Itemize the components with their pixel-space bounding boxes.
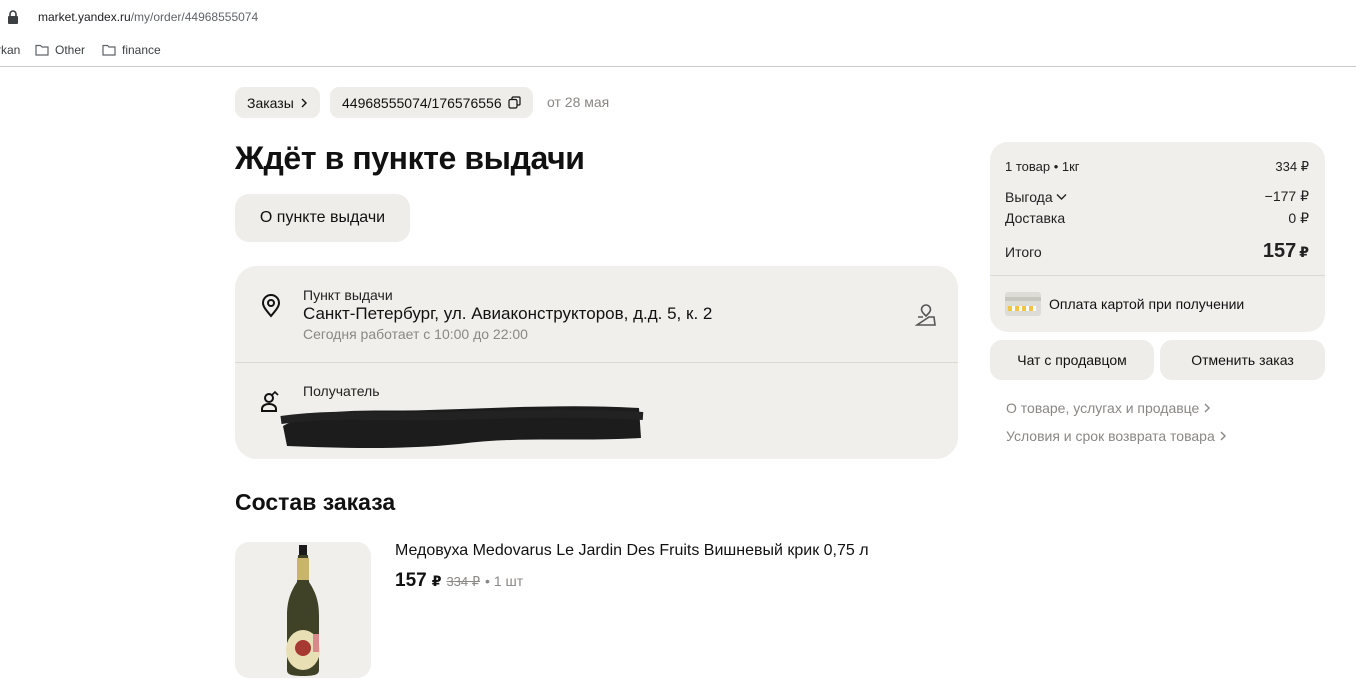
product-image[interactable]	[235, 542, 371, 678]
order-summary-panel: 1 товар • 1кг 334 ₽ Выгода −177 ₽ Достав…	[990, 142, 1325, 332]
summary-benefit-row[interactable]: Выгода −177 ₽	[1005, 188, 1309, 205]
folder-icon	[102, 44, 116, 56]
copy-icon	[508, 96, 521, 109]
payment-method: Оплата картой при получении	[1005, 292, 1244, 316]
cancel-order-button[interactable]: Отменить заказ	[1160, 340, 1325, 380]
location-pin-icon	[261, 294, 281, 318]
address-bar[interactable]: market.yandex.ru/my/order/44968555074	[0, 0, 1356, 36]
card-divider	[235, 362, 958, 363]
summary-total-row: Итого 157 ₽	[1005, 240, 1309, 262]
pickup-address: Санкт-Петербург, ул. Авиаконструкторов, …	[303, 304, 713, 323]
about-product-link[interactable]: О товаре, услугах и продавце	[1006, 400, 1211, 416]
total-value: 157	[1262, 240, 1297, 262]
chevron-right-icon	[1220, 431, 1226, 441]
product-quantity: • 1 шт	[485, 573, 524, 589]
return-terms-link[interactable]: Условия и срок возврата товара	[1006, 428, 1227, 444]
chevron-right-icon	[1204, 403, 1211, 413]
currency-symbol: ₽	[431, 573, 442, 589]
pickup-point-map-icon[interactable]	[915, 303, 937, 327]
pickup-label: Пункт выдачи	[303, 287, 393, 303]
currency-symbol: ₽	[1299, 244, 1309, 260]
order-items-title: Состав заказа	[235, 489, 396, 515]
order-number-chip[interactable]: 44968555074/176576556	[330, 87, 533, 118]
chevron-right-icon	[301, 98, 307, 107]
bottle-image	[286, 545, 320, 676]
product-price: 157	[395, 570, 427, 591]
bank-card-icon	[1005, 292, 1041, 316]
bookmark-rkan[interactable]: rkan	[0, 43, 20, 57]
bookmarks-bar: rkan Other finance	[0, 36, 1356, 67]
redacted-recipient-scribble	[280, 406, 644, 448]
folder-icon	[35, 44, 49, 56]
delivery-card: Пункт выдачи Санкт-Петербург, ул. Авиако…	[235, 266, 958, 459]
summary-divider	[990, 275, 1325, 276]
order-date: от 28 мая	[547, 94, 610, 110]
bookmark-finance[interactable]: finance	[102, 43, 161, 57]
summary-items-row: 1 товар • 1кг 334 ₽	[1005, 159, 1309, 174]
bookmark-other[interactable]: Other	[35, 43, 85, 57]
product-price-row: 157 ₽ 334 ₽ • 1 шт	[395, 570, 523, 592]
summary-delivery-row: Доставка 0 ₽	[1005, 210, 1309, 226]
chat-with-seller-button[interactable]: Чат с продавцом	[990, 340, 1154, 380]
orders-breadcrumb[interactable]: Заказы	[235, 87, 320, 118]
chevron-down-icon	[1056, 193, 1067, 200]
product-old-price: 334 ₽	[446, 574, 481, 589]
url-text[interactable]: market.yandex.ru/my/order/44968555074	[38, 10, 258, 24]
order-status-title: Ждёт в пункте выдачи	[235, 140, 585, 176]
pickup-info-button[interactable]: О пункте выдачи	[235, 194, 410, 242]
pickup-hours: Сегодня работает с 10:00 до 22:00	[303, 326, 528, 342]
product-name[interactable]: Медовуха Medovarus Le Jardin Des Fruits …	[395, 542, 869, 560]
recipient-label: Получатель	[303, 383, 380, 399]
lock-icon	[8, 10, 18, 24]
